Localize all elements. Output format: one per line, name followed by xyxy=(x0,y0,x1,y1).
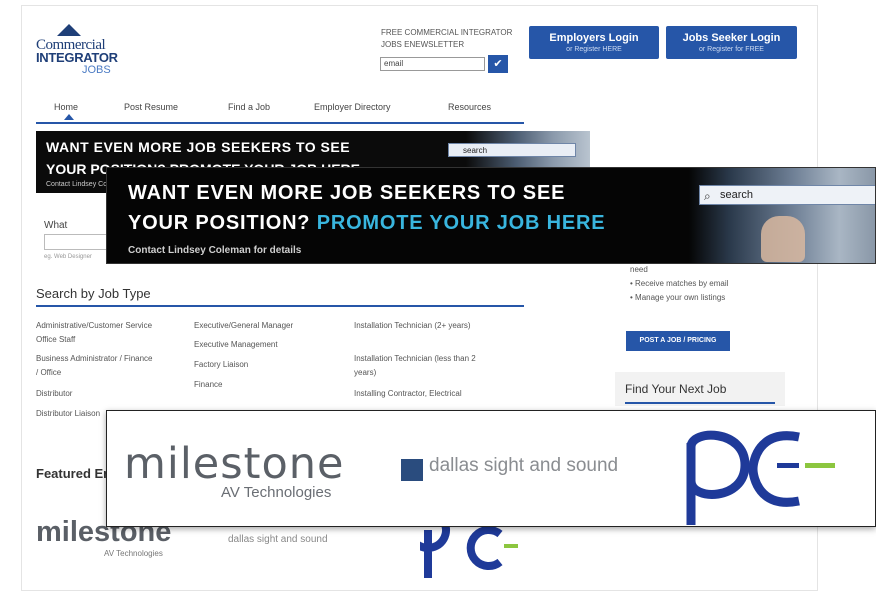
banner-search-placeholder: search xyxy=(720,189,754,201)
what-label: What xyxy=(44,220,68,231)
newsletter-email-input[interactable]: email xyxy=(380,57,485,71)
panel-divider xyxy=(625,402,775,404)
promote-link[interactable]: PROMOTE YOUR JOB HERE xyxy=(317,212,606,234)
banner-headline-line2: YOUR POSITION? PROMOTE YOUR JOB HERE xyxy=(128,212,606,234)
post-job-pricing-button[interactable]: POST A JOB / PRICING xyxy=(626,331,730,351)
employers-login-subtitle: or Register HERE xyxy=(566,46,622,53)
jobseeker-login-subtitle: or Register for FREE xyxy=(699,46,764,53)
nav-resources[interactable]: Resources xyxy=(448,102,491,112)
newsletter-submit-button[interactable]: ✔ xyxy=(488,55,508,73)
job-type-link[interactable]: Installing Contractor, Electrical xyxy=(354,387,494,401)
milestone-sub-bg: AV Technologies xyxy=(104,549,163,558)
nav-home[interactable]: Home xyxy=(54,102,78,112)
logo-line3: JOBS xyxy=(82,64,111,76)
sponsor-logos-panel: milestone AV Technologies dallas sight a… xyxy=(106,410,876,527)
banner-small-search: search xyxy=(448,143,576,157)
job-type-link[interactable]: Installation Technician (less than 2 yea… xyxy=(354,352,479,380)
job-type-link[interactable]: Executive Management xyxy=(194,338,324,352)
job-type-heading: Search by Job Type xyxy=(36,286,151,301)
banner-small-line1: WANT EVEN MORE JOB SEEKERS TO SEE xyxy=(46,139,351,155)
benefits-list: need • Receive matches by email • Manage… xyxy=(630,263,728,305)
employers-login-title: Employers Login xyxy=(549,32,639,44)
active-tab-indicator xyxy=(64,114,74,120)
benefit-item: • Manage your own listings xyxy=(630,293,726,302)
milestone-logo[interactable]: milestone xyxy=(124,439,345,489)
job-type-link[interactable]: Administrative/Customer Service Office S… xyxy=(36,319,156,347)
find-next-job-title: Find Your Next Job xyxy=(625,382,727,396)
pointing-hand-image xyxy=(761,216,805,262)
job-type-link[interactable]: Distributor xyxy=(36,387,156,401)
banner-search-field[interactable]: ⌕ search xyxy=(699,185,875,205)
nav-post-resume[interactable]: Post Resume xyxy=(124,102,178,112)
nav-employer-directory[interactable]: Employer Directory xyxy=(314,102,391,112)
jobseeker-login-title: Jobs Seeker Login xyxy=(682,32,781,44)
job-type-link[interactable]: Factory Liaison xyxy=(194,358,324,372)
job-type-link[interactable]: Executive/General Manager xyxy=(194,319,324,333)
pc-logo[interactable] xyxy=(681,425,841,525)
dallas-sight-sound-logo[interactable]: dallas sight and sound xyxy=(429,455,618,477)
benefit-item: • Receive matches by email xyxy=(630,279,729,288)
find-next-job-panel: Find Your Next Job xyxy=(615,372,785,406)
pc-logo-bg[interactable] xyxy=(420,520,530,580)
job-type-link[interactable]: Business Administrator / Finance / Offic… xyxy=(36,352,156,380)
what-input[interactable] xyxy=(44,234,110,250)
job-type-link[interactable]: Installation Technician (2+ years) xyxy=(354,319,479,333)
main-nav: Home Post Resume Find a Job Employer Dir… xyxy=(36,92,524,124)
dallas-logo-icon xyxy=(401,459,423,481)
jobseeker-login-button[interactable]: Jobs Seeker Login or Register for FREE xyxy=(666,26,797,59)
heading-divider xyxy=(36,305,524,307)
checkmark-icon: ✔ xyxy=(493,58,503,70)
magnifier-icon: ⌕ xyxy=(704,189,711,203)
job-type-link[interactable]: Finance xyxy=(194,378,324,392)
logo-line2: INTEGRATOR xyxy=(36,50,118,65)
banner-headline-line1: WANT EVEN MORE JOB SEEKERS TO SEE xyxy=(128,182,566,204)
what-hint: eg. Web Designer xyxy=(44,254,92,260)
dallas-logo-bg[interactable]: dallas sight and sound xyxy=(228,534,328,545)
logo-roof-icon xyxy=(57,24,81,36)
milestone-subtitle: AV Technologies xyxy=(221,484,332,501)
nav-find-a-job[interactable]: Find a Job xyxy=(228,102,270,112)
banner-contact-text: Contact Lindsey Coleman for details xyxy=(128,245,302,256)
newsletter-label: FREE COMMERCIAL INTEGRATOR JOBS ENEWSLET… xyxy=(381,28,513,49)
employers-login-button[interactable]: Employers Login or Register HERE xyxy=(529,26,659,59)
benefit-item: need xyxy=(630,265,648,274)
promote-job-banner[interactable]: WANT EVEN MORE JOB SEEKERS TO SEE YOUR P… xyxy=(106,167,876,264)
